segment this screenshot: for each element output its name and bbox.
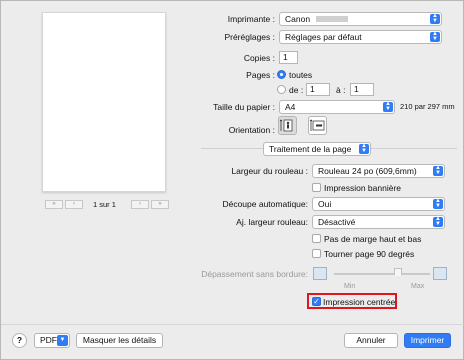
pages-all-label: toutes [289, 70, 313, 80]
section-value: Traitement de la page [269, 144, 352, 154]
portrait-button[interactable] [278, 116, 297, 135]
pages-all-radio[interactable] [277, 70, 286, 79]
printer-model-redacted [316, 16, 348, 22]
roll-fit-select[interactable]: Désactivé ▲ ▼ [312, 215, 445, 229]
pages-range-radio[interactable] [277, 85, 286, 94]
roll-width-label: Largeur du rouleau : [231, 166, 308, 176]
roll-fit-label: Aj. largeur rouleau: [236, 217, 308, 227]
hide-details-button[interactable]: Masquer les détails [76, 333, 163, 348]
pages-from-input[interactable]: 1 [306, 83, 330, 96]
pages-to-label: à : [336, 85, 346, 95]
pages-label: Pages : [246, 70, 275, 80]
paper-size-select[interactable]: A4 ▲ ▼ [279, 100, 395, 114]
section-select[interactable]: Traitement de la page ▲ ▼ [263, 142, 371, 156]
auto-cut-label: Découpe automatique: [222, 199, 308, 209]
roll-width-value: Rouleau 24 po (609,6mm) [318, 166, 417, 176]
auto-cut-select[interactable]: Oui ▲ ▼ [312, 197, 445, 211]
copies-input[interactable]: 1 [279, 51, 298, 64]
cancel-button[interactable]: Annuler [344, 333, 398, 348]
footer-separator [1, 324, 464, 325]
max-extension-icon [433, 267, 447, 280]
banner-print-checkbox[interactable] [312, 183, 321, 192]
rotate-checkbox[interactable] [312, 249, 321, 258]
roll-fit-value: Désactivé [318, 217, 356, 227]
first-page-button[interactable]: « [45, 200, 63, 209]
pages-from-label: de : [289, 85, 304, 95]
borderless-label: Dépassement sans bordure: [201, 269, 308, 279]
pdf-label: PDF [40, 335, 57, 345]
page-indicator: 1 sur 1 [93, 200, 116, 209]
chevron-updown-icon: ▲ ▼ [359, 143, 369, 154]
chevron-updown-icon: ▲ ▼ [430, 31, 440, 42]
orientation-label: Orientation : [228, 125, 275, 135]
centered-print-label: Impression centrée [323, 297, 396, 307]
next-page-button[interactable]: › [131, 200, 149, 209]
help-button[interactable]: ? [12, 333, 27, 348]
presets-label: Préréglages : [224, 32, 275, 42]
printer-value: Canon [285, 14, 311, 24]
no-margin-label: Pas de marge haut et bas [324, 234, 422, 244]
paper-size-label: Taille du papier : [213, 102, 275, 112]
printer-select[interactable]: Canon ▲ ▼ [279, 12, 442, 26]
previous-page-button[interactable]: ‹ [65, 200, 83, 209]
printer-label: Imprimante : [227, 14, 275, 24]
extension-slider-track[interactable] [334, 273, 430, 275]
pdf-menu-button[interactable]: PDF ▼ [34, 333, 70, 348]
print-button[interactable]: Imprimer [404, 333, 451, 348]
presets-value: Réglages par défaut [285, 32, 362, 42]
chevron-down-icon: ▼ [57, 335, 68, 346]
min-extension-icon [313, 267, 327, 280]
chevron-updown-icon: ▲ ▼ [430, 13, 440, 24]
print-dialog: « ‹ 1 sur 1 › » Imprimante : Canon ▲ ▼ Pr… [0, 0, 464, 360]
extension-slider-thumb[interactable] [394, 268, 402, 278]
slider-min-label: Min [344, 283, 356, 290]
pages-to-input[interactable]: 1 [350, 83, 374, 96]
copies-label: Copies : [243, 53, 275, 63]
landscape-icon [309, 119, 325, 131]
banner-print-label: Impression bannière [324, 183, 402, 193]
slider-max-label: Max [411, 283, 425, 290]
landscape-button[interactable] [308, 116, 327, 135]
presets-select[interactable]: Réglages par défaut ▲ ▼ [279, 30, 442, 44]
auto-cut-value: Oui [318, 199, 332, 209]
centered-print-checkbox[interactable]: ✓ [312, 297, 321, 306]
chevron-updown-icon: ▲ ▼ [433, 198, 443, 209]
chevron-updown-icon: ▲ ▼ [433, 216, 443, 227]
roll-width-select[interactable]: Rouleau 24 po (609,6mm) ▲ ▼ [312, 164, 445, 178]
last-page-button[interactable]: » [151, 200, 169, 209]
chevron-updown-icon: ▲ ▼ [433, 165, 443, 176]
no-margin-checkbox[interactable] [312, 234, 321, 243]
paper-size-dimensions: 210 par 297 mm [400, 102, 455, 111]
page-preview [42, 12, 166, 192]
chevron-updown-icon: ▲ ▼ [383, 101, 393, 112]
portrait-icon [279, 119, 293, 132]
rotate-label: Tourner page 90 degrés [324, 249, 415, 259]
paper-size-value: A4 [285, 102, 296, 112]
